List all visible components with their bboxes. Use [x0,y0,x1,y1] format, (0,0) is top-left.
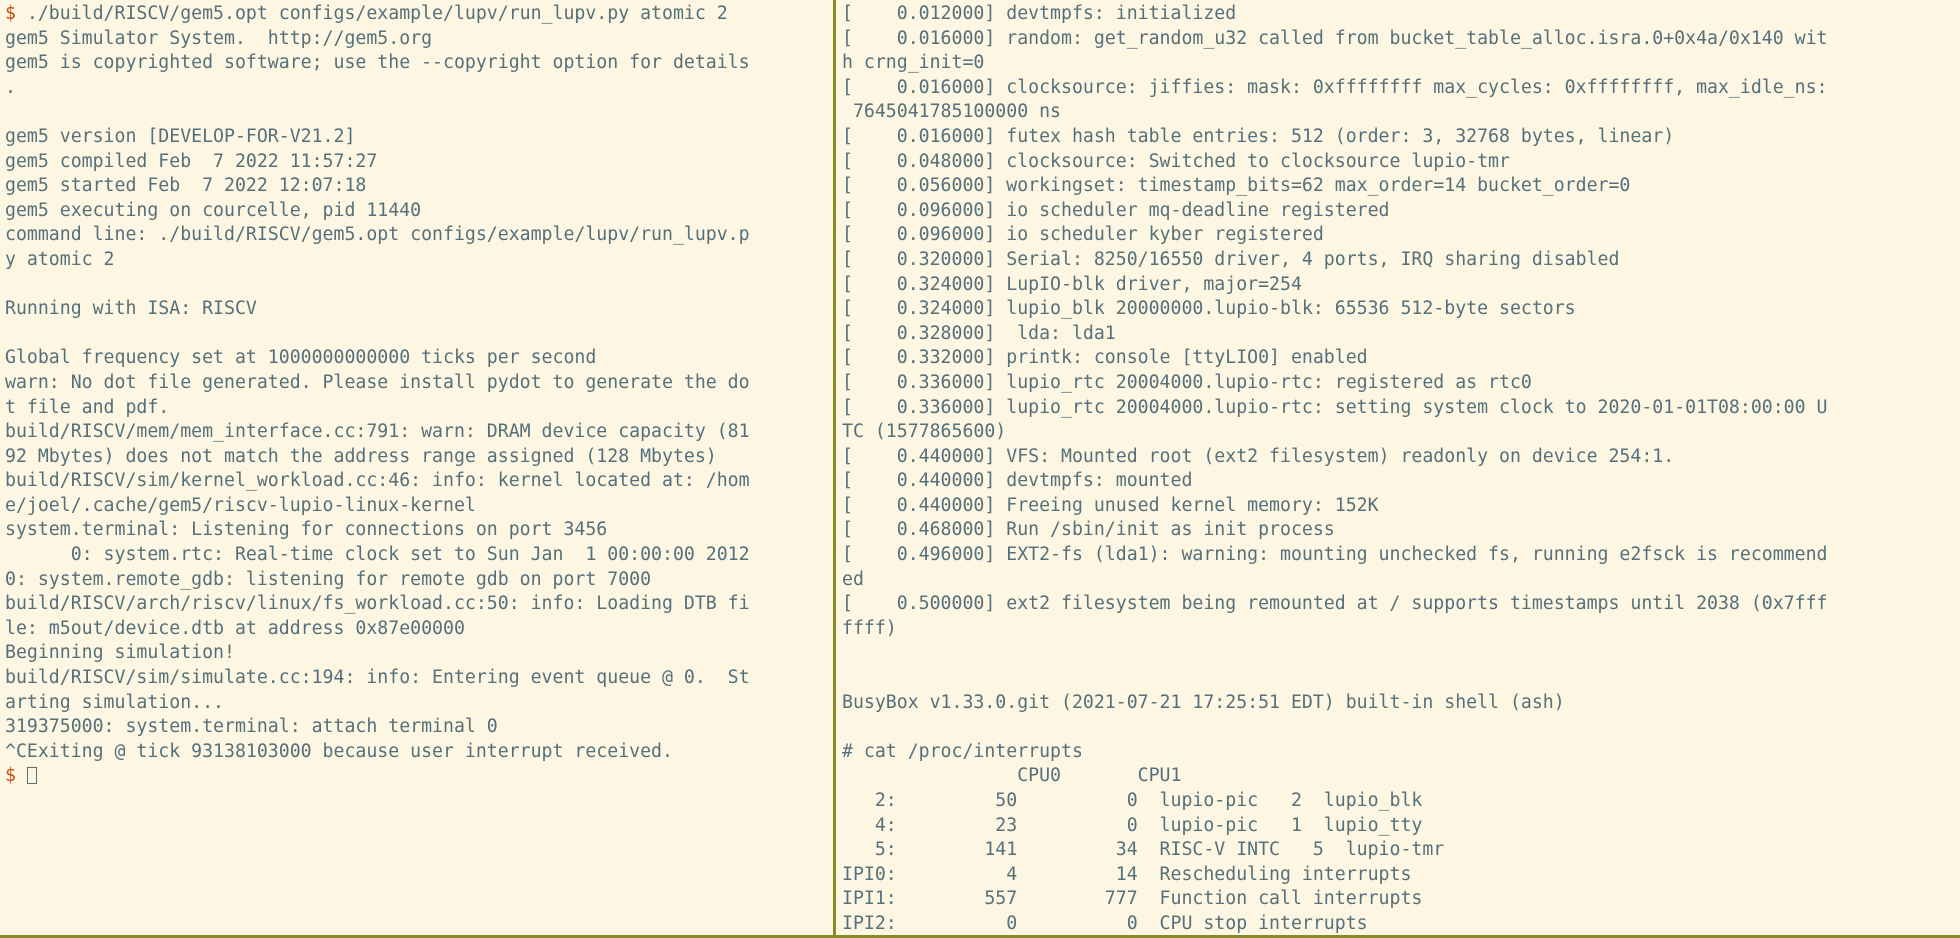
left-prompt-line[interactable]: $ [5,764,833,789]
output-line: command line: ./build/RISCV/gem5.opt con… [5,224,750,246]
interrupts-table-row: IPI1: 557 777 Function call interrupts [842,888,1423,910]
output-line: 0: system.rtc: Real-time clock set to Su… [5,544,750,566]
shell-command-line: # cat /proc/interrupts [842,740,1083,762]
kernel-log-line: [ 0.336000] lupio_rtc 20004000.lupio-rtc… [842,371,1532,393]
kernel-log-line: [ 0.336000] lupio_rtc 20004000.lupio-rtc… [842,396,1828,418]
kernel-log-line: TC (1577865600) [842,421,1007,443]
right-terminal-pane[interactable]: [ 0.012000] devtmpfs: initialized [ 0.01… [836,0,1960,935]
kernel-log-line: [ 0.012000] devtmpfs: initialized [842,3,1237,24]
output-line: build/RISCV/sim/kernel_workload.cc:46: i… [5,470,750,492]
busybox-banner: BusyBox v1.33.0.git (2021-07-21 17:25:51… [842,691,1565,713]
interrupts-table-header: CPU0 CPU1 [842,765,1182,787]
interrupts-table-row: IPI2: 0 0 CPU stop interrupts [842,912,1368,934]
interrupts-table-row: 5: 141 34 RISC-V INTC 5 lupio-tmr [842,839,1445,861]
output-line: 92 Mbytes) does not match the address ra… [5,445,717,467]
kernel-log-line: [ 0.328000] lda: lda1 [842,322,1116,344]
output-line: build/RISCV/sim/simulate.cc:194: info: E… [5,667,750,689]
kernel-log-line: ffff) [842,617,897,639]
kernel-log-line: [ 0.048000] clocksource: Switched to clo… [842,150,1510,172]
kernel-log-line: [ 0.496000] EXT2-fs (lda1): warning: mou… [842,544,1828,566]
output-line: system.terminal: Listening for connectio… [5,519,608,541]
kernel-log-line: [ 0.440000] VFS: Mounted root (ext2 file… [842,445,1675,467]
interrupts-table-row: IPI0: 4 14 Rescheduling interrupts [842,863,1412,885]
output-line: gem5 Simulator System. http://gem5.org [5,27,433,49]
output-line: y atomic 2 [5,248,115,270]
output-line: e/joel/.cache/gem5/riscv-lupio-linux-ker… [5,494,476,516]
text-cursor [26,767,37,785]
output-line: 319375000: system.terminal: attach termi… [5,716,498,738]
output-line: build/RISCV/mem/mem_interface.cc:791: wa… [5,421,750,443]
output-line: Global frequency set at 1000000000000 ti… [5,347,597,369]
output-line: gem5 compiled Feb 7 2022 11:57:27 [5,150,378,172]
output-line: gem5 version [DEVELOP-FOR-V21.2] [5,125,356,147]
output-line: gem5 is copyrighted software; use the --… [5,52,750,74]
kernel-log-line: 7645041785100000 ns [842,101,1061,123]
output-line: 0: system.remote_gdb: listening for remo… [5,568,652,590]
output-line: gem5 started Feb 7 2022 12:07:18 [5,175,367,197]
kernel-log-line: [ 0.468000] Run /sbin/init as init proce… [842,519,1335,541]
kernel-log-line: [ 0.056000] workingset: timestamp_bits=6… [842,175,1631,197]
interrupts-table-row: 4: 23 0 lupio-pic 1 lupio_tty [842,814,1423,836]
shell-command-line: $ ./build/RISCV/gem5.opt configs/example… [5,2,833,27]
kernel-log-line [842,715,1960,740]
output-line: Running with ISA: RISCV [5,298,257,320]
kernel-log-line [842,641,1960,666]
output-line: arting simulation... [5,691,224,713]
kernel-log-line: [ 0.332000] printk: console [ttyLIO0] en… [842,347,1368,369]
output-line: Beginning simulation! [5,642,235,664]
output-line: warn: No dot file generated. Please inst… [5,371,750,393]
kernel-log-line: [ 0.016000] futex hash table entries: 51… [842,125,1675,147]
kernel-log-line: [ 0.096000] io scheduler kyber registere… [842,224,1324,246]
kernel-log-line: [ 0.440000] Freeing unused kernel memory… [842,494,1379,516]
kernel-log-line: [ 0.324000] LupIO-blk driver, major=254 [842,273,1302,295]
command-text: ./build/RISCV/gem5.opt configs/example/l… [26,3,728,24]
output-line: . [5,76,16,98]
kernel-log-line: [ 0.016000] clocksource: jiffies: mask: … [842,76,1828,98]
interrupts-table-row: 2: 50 0 lupio-pic 2 lupio_blk [842,790,1423,811]
prompt-symbol-icon: $ [5,765,16,787]
left-terminal-pane[interactable]: $ ./build/RISCV/gem5.opt configs/example… [0,0,833,935]
output-line: gem5 executing on courcelle, pid 11440 [5,199,422,221]
kernel-log-line: [ 0.440000] devtmpfs: mounted [842,470,1193,492]
output-line: build/RISCV/arch/riscv/linux/fs_workload… [5,593,750,615]
kernel-log-line [842,666,1960,691]
kernel-log-line: ed [842,568,864,590]
kernel-log-line: [ 0.500000] ext2 filesystem being remoun… [842,593,1828,615]
kernel-log-line: h crng_init=0 [842,52,985,74]
kernel-log-line: [ 0.096000] io scheduler mq-deadline reg… [842,199,1390,221]
output-line: le: m5out/device.dtb at address 0x87e000… [5,617,465,639]
terminal-window: $ ./build/RISCV/gem5.opt configs/example… [0,0,1960,938]
kernel-log-line: [ 0.324000] lupio_blk 20000000.lupio-blk… [842,298,1576,320]
kernel-log-line: [ 0.016000] random: get_random_u32 calle… [842,27,1828,49]
output-line: t file and pdf. [5,396,170,418]
output-line: ^CExiting @ tick 93138103000 because use… [5,740,673,762]
prompt-symbol-icon: $ [5,3,16,24]
kernel-log-line: [ 0.320000] Serial: 8250/16550 driver, 4… [842,248,1620,270]
